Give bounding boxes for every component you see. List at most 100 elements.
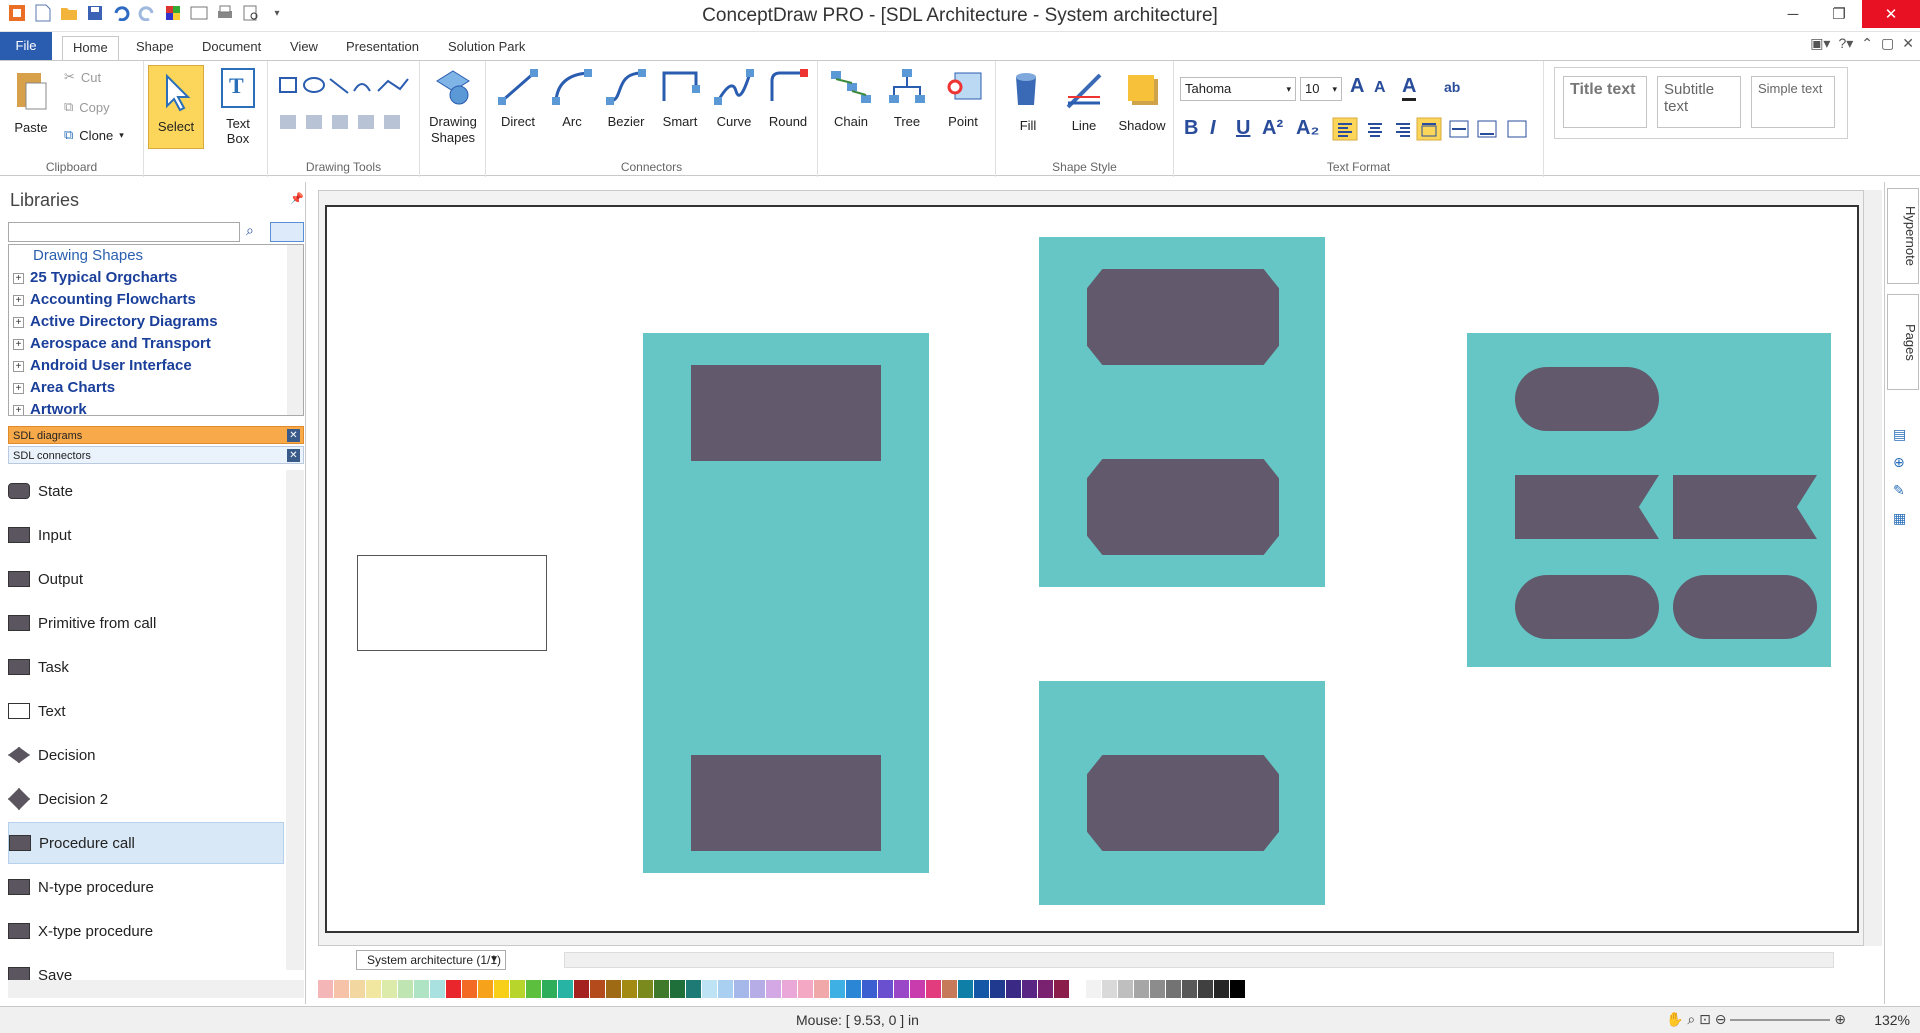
layout-icon[interactable]: ▣▾ <box>1810 35 1830 52</box>
palette-color-swatch[interactable] <box>1150 980 1166 998</box>
palette-color-swatch[interactable] <box>830 980 846 998</box>
chevron-down-icon[interactable]: ▼ <box>489 951 499 969</box>
palette-color-swatch[interactable] <box>1022 980 1038 998</box>
palette-color-swatch[interactable] <box>910 980 926 998</box>
palette-color-swatch[interactable] <box>462 980 478 998</box>
clone-button[interactable]: ⧉ Clone ▾ <box>64 127 124 143</box>
palette-color-swatch[interactable] <box>958 980 974 998</box>
close-document-icon[interactable]: ✕ <box>1902 35 1914 52</box>
palette-color-swatch[interactable] <box>1166 980 1182 998</box>
palette-color-swatch[interactable] <box>334 980 350 998</box>
curve-connector-button[interactable]: Curve <box>710 67 758 129</box>
palette-color-swatch[interactable] <box>942 980 958 998</box>
block-1-process-top[interactable] <box>691 365 881 461</box>
palette-color-swatch[interactable] <box>734 980 750 998</box>
palette-color-swatch[interactable] <box>1102 980 1118 998</box>
fill-button[interactable]: Fill <box>1002 67 1054 133</box>
library-shape[interactable]: Save <box>8 954 284 980</box>
format-painter-icon[interactable]: ✎ <box>1893 476 1906 504</box>
tree-node[interactable]: + Active Directory Diagrams <box>9 311 303 333</box>
expand-icon[interactable]: + <box>13 404 24 415</box>
palette-color-swatch[interactable] <box>766 980 782 998</box>
shapes-scrollbar[interactable] <box>286 470 304 970</box>
drawing-shapes-button[interactable]: Drawing Shapes <box>426 67 480 146</box>
library-shape[interactable]: Task <box>8 646 284 688</box>
block-2-procedure-top[interactable] <box>1087 269 1279 365</box>
tab-shape[interactable]: Shape <box>126 36 184 60</box>
palette-color-swatch[interactable] <box>846 980 862 998</box>
copy-button[interactable]: ⧉ Copy <box>64 99 110 115</box>
bold-icon[interactable]: B <box>1184 117 1198 140</box>
chain-button[interactable]: Chain <box>826 67 876 129</box>
underline-icon[interactable]: U <box>1236 117 1250 140</box>
palette-color-swatch[interactable] <box>1086 980 1102 998</box>
alignment-buttons[interactable] <box>1332 117 1538 141</box>
select-button[interactable]: Select <box>148 65 204 149</box>
library-tab-sdl-connectors[interactable]: SDL connectors ✕ <box>8 446 304 464</box>
tree-node[interactable]: + Artwork <box>9 399 303 415</box>
block-4-state[interactable] <box>1515 367 1659 431</box>
block-4-input-left[interactable] <box>1515 475 1659 539</box>
expand-icon[interactable]: + <box>13 272 24 284</box>
library-shape[interactable]: Text <box>8 690 284 732</box>
drawing-canvas[interactable] <box>318 190 1864 946</box>
expand-icon[interactable]: + <box>13 382 24 394</box>
palette-color-swatch[interactable] <box>1038 980 1054 998</box>
close-icon[interactable]: ✕ <box>287 429 300 442</box>
palette-color-swatch[interactable] <box>446 980 462 998</box>
palette-color-swatch[interactable] <box>670 980 686 998</box>
palette-color-swatch[interactable] <box>414 980 430 998</box>
title-text-style[interactable]: Title text <box>1563 76 1647 128</box>
arc-connector-button[interactable]: Arc <box>548 67 596 129</box>
tab-presentation[interactable]: Presentation <box>336 36 429 60</box>
palette-color-swatch[interactable] <box>1214 980 1230 998</box>
tab-home[interactable]: Home <box>62 36 119 60</box>
restore-ribbon-icon[interactable]: ▢ <box>1881 35 1894 52</box>
font-name-combo[interactable]: Tahoma ▾ <box>1180 77 1296 101</box>
library-horizontal-scrollbar[interactable] <box>8 980 304 998</box>
block-3-procedure[interactable] <box>1087 755 1279 851</box>
collapse-ribbon-icon[interactable]: ⌃ <box>1861 35 1873 52</box>
round-connector-button[interactable]: Round <box>764 67 812 129</box>
palette-color-swatch[interactable] <box>862 980 878 998</box>
smart-connector-button[interactable]: Smart <box>656 67 704 129</box>
palette-color-swatch[interactable] <box>878 980 894 998</box>
palette-color-swatch[interactable] <box>478 980 494 998</box>
line-button[interactable]: Line <box>1058 67 1110 133</box>
palette-color-swatch[interactable] <box>894 980 910 998</box>
library-shape[interactable]: Primitive from call <box>8 602 284 644</box>
palette-color-swatch[interactable] <box>1230 980 1246 998</box>
palette-color-swatch[interactable] <box>1118 980 1134 998</box>
palette-color-swatch[interactable] <box>926 980 942 998</box>
palette-color-swatch[interactable] <box>558 980 574 998</box>
palette-color-swatch[interactable] <box>990 980 1006 998</box>
maximize-button[interactable]: ❐ <box>1816 0 1862 28</box>
shadow-button[interactable]: Shadow <box>1114 67 1170 133</box>
palette-color-swatch[interactable] <box>318 980 334 998</box>
text-highlight-icon[interactable]: ab <box>1444 79 1460 95</box>
italic-icon[interactable]: I <box>1210 117 1216 140</box>
palette-color-swatch[interactable] <box>350 980 366 998</box>
tree-node[interactable]: + Accounting Flowcharts <box>9 289 303 311</box>
expand-icon[interactable]: + <box>13 338 24 350</box>
pan-icon[interactable]: ✋ <box>1666 1011 1683 1027</box>
cut-button[interactable]: ✂ Cut <box>64 69 101 85</box>
tree-node[interactable]: + Area Charts <box>9 377 303 399</box>
layers-icon[interactable]: ▤ <box>1893 420 1906 448</box>
page-tab[interactable]: System architecture (1/1) ▼ <box>356 950 506 970</box>
subtitle-text-style[interactable]: Subtitle text <box>1657 76 1741 128</box>
expand-icon[interactable]: + <box>13 316 24 328</box>
library-tab-sdl-diagrams[interactable]: SDL diagrams ✕ <box>8 426 304 444</box>
canvas-horizontal-scrollbar[interactable] <box>564 952 1834 968</box>
shrink-font-icon[interactable]: A <box>1374 79 1386 97</box>
bezier-connector-button[interactable]: Bezier <box>602 67 650 129</box>
library-shape[interactable]: Input <box>8 514 284 556</box>
palette-color-swatch[interactable] <box>702 980 718 998</box>
palette-color-swatch[interactable] <box>814 980 830 998</box>
palette-color-swatch[interactable] <box>542 980 558 998</box>
palette-color-swatch[interactable] <box>494 980 510 998</box>
tree-root[interactable]: Drawing Shapes <box>9 245 303 267</box>
palette-color-swatch[interactable] <box>798 980 814 998</box>
palette-color-swatch[interactable] <box>606 980 622 998</box>
subscript-icon[interactable]: A₂ <box>1296 117 1319 140</box>
